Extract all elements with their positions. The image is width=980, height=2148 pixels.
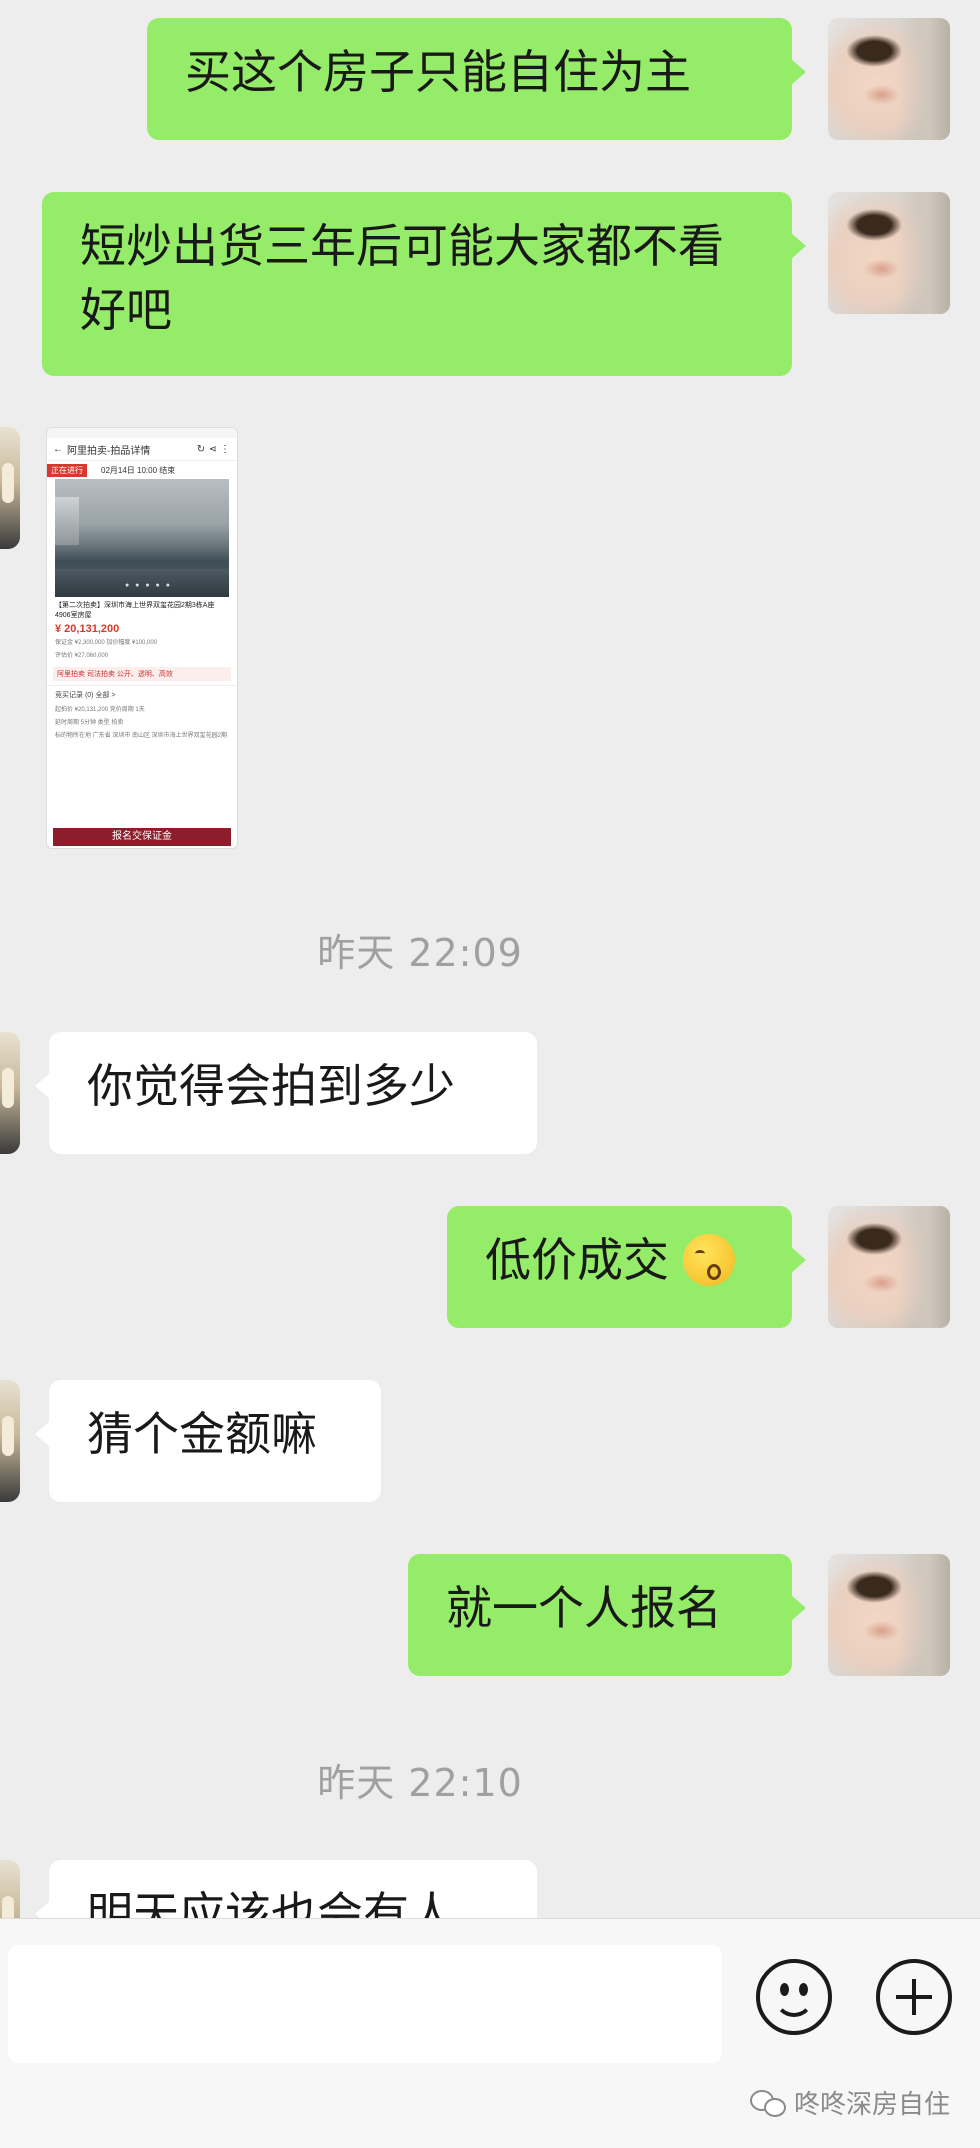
contact-avatar[interactable] bbox=[0, 427, 20, 549]
carousel-dots: ● ● ● ● ● bbox=[125, 582, 172, 589]
auction-item-title: 【第二次拍卖】深圳市海上世界双玺花园2期3栋A座4906室房屋 bbox=[55, 602, 215, 619]
timestamp: 昨天 22:10 bbox=[317, 1761, 523, 1805]
auction-nav-title: 阿里拍卖-拍品详情 bbox=[67, 445, 151, 457]
register-deposit-button: 报名交保证金 bbox=[53, 828, 231, 846]
auction-detail-row: 延时周期 5分钟 类型 拍卖 bbox=[55, 720, 124, 726]
message-bubble[interactable]: 低价成交 bbox=[447, 1206, 806, 1328]
message-text: 明天应该也会有人 bbox=[87, 1887, 455, 1918]
my-avatar[interactable] bbox=[828, 1206, 950, 1328]
auction-info-row: 评估价 ¥27,060,000 bbox=[55, 653, 109, 659]
message-bubble[interactable]: 短炒出货三年后可能大家都不看好吧 bbox=[42, 192, 806, 376]
more-icon: ⋮ bbox=[220, 443, 230, 455]
auction-location: 标的物所在地 广东省 深圳市 南山区 深圳市海上世界双玺花园2期 bbox=[55, 733, 228, 739]
my-avatar[interactable] bbox=[828, 192, 950, 314]
message-bubble[interactable]: 明天应该也会有人 bbox=[35, 1860, 537, 1918]
message-bubble[interactable]: 就一个人报名 bbox=[408, 1554, 806, 1676]
message-text: 买这个房子只能自住为主 bbox=[185, 45, 691, 99]
message-bubble[interactable]: 你觉得会拍到多少 bbox=[35, 1032, 537, 1154]
kissing-face-emoji bbox=[683, 1234, 735, 1286]
auction-status-tag: 正在进行 bbox=[47, 463, 87, 477]
back-arrow-icon: ← bbox=[53, 443, 63, 455]
message-text: 你觉得会拍到多少 bbox=[87, 1059, 455, 1113]
contact-avatar[interactable] bbox=[0, 1860, 20, 1918]
watermark-text: 咚咚深房自住 bbox=[793, 2090, 950, 2120]
message-text: 就一个人报名 bbox=[446, 1581, 722, 1635]
message-bubble[interactable]: 买这个房子只能自住为主 bbox=[147, 18, 806, 140]
share-icon: ⋖ bbox=[208, 443, 218, 455]
contact-avatar[interactable] bbox=[0, 1032, 20, 1154]
my-avatar[interactable] bbox=[828, 18, 950, 140]
chat-area[interactable]: 买这个房子只能自住为主 短炒出货三年后可能大家都不看好吧 ← 阿里拍卖-拍品详情… bbox=[0, 0, 980, 1918]
property-photo: ● ● ● ● ● bbox=[55, 479, 229, 597]
watermark: 咚咚深房自住 bbox=[749, 2084, 950, 2121]
message-text: 短炒出货三年后可能大家都不看好吧 bbox=[80, 219, 724, 337]
message-text: 猜个金额嘛 bbox=[87, 1407, 317, 1461]
message-text: 低价成交 bbox=[485, 1233, 669, 1287]
shared-image-message[interactable]: ← 阿里拍卖-拍品详情 ↻ ⋖ ⋮ 正在进行 02月14日 10:00 结束 ●… bbox=[46, 427, 238, 849]
current-price: ¥ 20,131,200 bbox=[55, 623, 120, 635]
refresh-icon: ↻ bbox=[196, 443, 206, 455]
message-bubble[interactable]: 猜个金额嘛 bbox=[35, 1380, 381, 1502]
auction-info-row: 保证金 ¥2,300,000 加价幅度 ¥100,000 bbox=[55, 640, 158, 646]
contact-avatar[interactable] bbox=[0, 1380, 20, 1502]
smiley-icon[interactable] bbox=[756, 1959, 832, 2035]
ali-auction-brand: 阿里拍卖 司法拍卖 公开、透明、高效 bbox=[53, 667, 231, 681]
bid-record-label: 竞买记录 (0) 全部 > bbox=[47, 685, 237, 704]
wechat-icon bbox=[749, 2089, 786, 2117]
plus-circle-icon[interactable] bbox=[876, 1959, 952, 2035]
auction-end-date: 02月14日 10:00 结束 bbox=[101, 465, 176, 475]
my-avatar[interactable] bbox=[828, 1554, 950, 1676]
timestamp: 昨天 22:09 bbox=[317, 931, 523, 975]
auction-detail-row: 起拍价 ¥20,131,200 竞价周期 1天 bbox=[55, 707, 145, 713]
message-input[interactable] bbox=[8, 1945, 722, 2063]
